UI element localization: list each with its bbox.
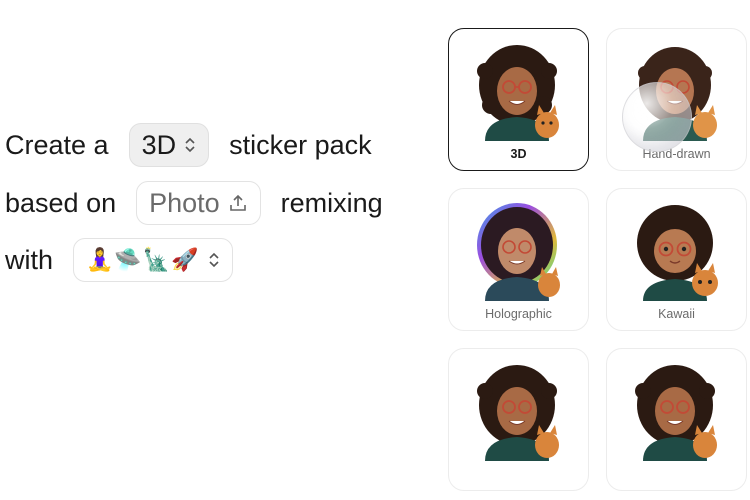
- prompt-text-create: Create a: [5, 129, 109, 160]
- style-card[interactable]: [448, 348, 589, 491]
- photo-upload-button[interactable]: Photo: [136, 181, 261, 225]
- style-select-value: 3D: [141, 129, 177, 160]
- prompt-text-remixing: remixing: [280, 187, 383, 218]
- style-label: Hand-drawn: [642, 147, 711, 161]
- prompt-text-based-on: based on: [5, 187, 117, 218]
- style-label: Kawaii: [658, 307, 695, 321]
- prompt-text-sticker-pack: sticker pack: [229, 129, 372, 160]
- prompt-text-with: with: [5, 244, 54, 275]
- portrait-figure: [477, 45, 559, 141]
- prompt-line-2: based on Photo remixing: [5, 180, 383, 226]
- prompt-line-3: with 🧘‍♀️🛸🗽🚀: [5, 237, 233, 283]
- photo-upload-label: Photo: [149, 187, 220, 218]
- chevron-updown-icon: [185, 137, 195, 153]
- style-label: 3D: [510, 147, 527, 161]
- sticker-portrait-image: [637, 205, 718, 301]
- style-card-3d[interactable]: 3D: [448, 28, 589, 171]
- chevron-updown-icon: [209, 252, 219, 268]
- hover-bubble: [622, 82, 692, 152]
- upload-icon: [229, 194, 246, 211]
- sticker-portrait-image: [477, 203, 560, 301]
- style-card-kawaii[interactable]: Kawaii: [606, 188, 747, 331]
- style-label: Holographic: [485, 307, 552, 321]
- style-select[interactable]: 3D: [128, 123, 210, 167]
- sticker-portrait-image: [635, 365, 717, 461]
- style-card-holographic[interactable]: Holographic: [448, 188, 589, 331]
- emoji-select-value: 🧘‍♀️🛸🗽🚀: [86, 247, 200, 272]
- prompt-line-1: Create a 3D sticker pack: [5, 122, 372, 168]
- sticker-portrait-image: [477, 365, 559, 461]
- style-card[interactable]: [606, 348, 747, 491]
- sticker-portrait-image: [477, 45, 559, 141]
- emoji-select[interactable]: 🧘‍♀️🛸🗽🚀: [73, 238, 233, 282]
